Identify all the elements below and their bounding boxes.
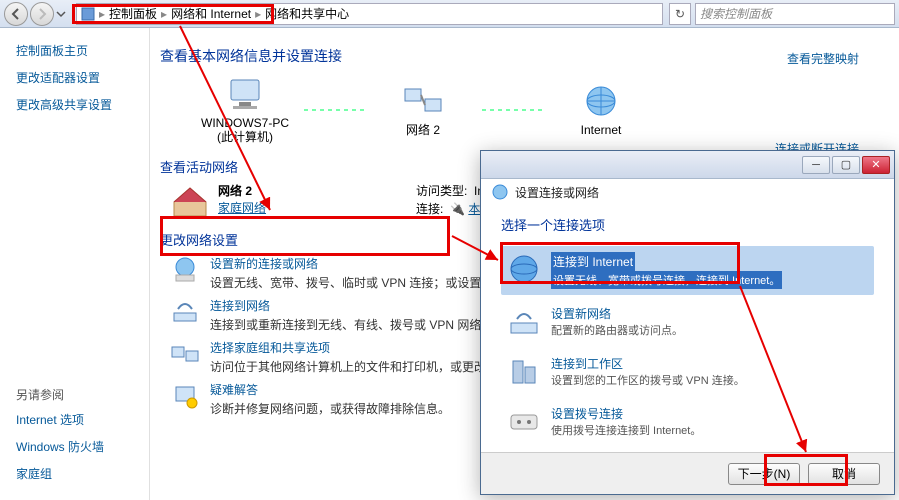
page-title: 查看基本网络信息并设置连接	[160, 46, 869, 66]
maximize-button[interactable]: ▢	[832, 156, 860, 174]
connect-network-icon	[170, 297, 200, 327]
breadcrumb-seg-3[interactable]: 网络和共享中心	[265, 5, 349, 22]
option-connect-to-workplace[interactable]: 连接到工作区 设置到您的工作区的拨号或 VPN 连接。	[501, 349, 874, 395]
sidebar-adapter-settings[interactable]: 更改适配器设置	[16, 69, 141, 86]
dialog-footer: 下一步(N) 取消	[481, 452, 894, 494]
sidebar-advanced-sharing[interactable]: 更改高级共享设置	[16, 96, 141, 113]
titlebar: ▸ 控制面板 ▸ 网络和 Internet ▸ 网络和共享中心 ↻ 搜索控制面板	[0, 0, 899, 28]
chevron-right-icon: ▸	[157, 7, 171, 21]
task-title: 疑难解答	[210, 381, 450, 398]
search-input[interactable]: 搜索控制面板	[695, 3, 895, 25]
sidebar-internet-options[interactable]: Internet 选项	[16, 411, 141, 428]
active-net-name: 网络 2	[218, 182, 266, 199]
refresh-button[interactable]: ↻	[669, 3, 691, 25]
node-pc-sub: (此计算机)	[217, 130, 273, 144]
breadcrumb-seg-2[interactable]: 网络和 Internet	[171, 5, 251, 22]
house-icon	[170, 182, 210, 218]
option-setup-new-network[interactable]: 设置新网络 配置新的路由器或访问点。	[501, 299, 874, 345]
option-title: 设置新网络	[551, 305, 683, 322]
minimize-button[interactable]: ─	[802, 156, 830, 174]
chevron-right-icon: ▸	[95, 7, 109, 21]
access-type-label: 访问类型:	[416, 184, 467, 198]
sidebar-homegroup[interactable]: 家庭组	[16, 465, 141, 482]
dialog-title: 选择一个连接选项	[501, 215, 874, 234]
map-link-2	[482, 109, 542, 111]
option-setup-dialup[interactable]: 设置拨号连接 使用拨号连接连接到 Internet。	[501, 399, 874, 445]
map-node-this-pc: WINDOWS7-PC(此计算机)	[190, 76, 300, 145]
option-title: 连接到工作区	[551, 355, 745, 372]
nav-dropdown-icon[interactable]	[56, 9, 66, 19]
breadcrumb-seg-1[interactable]: 控制面板	[109, 5, 157, 22]
see-also-heading: 另请参阅	[16, 386, 141, 403]
dialog-titlebar: ─ ▢ ✕	[481, 151, 894, 179]
task-title: 连接到网络	[210, 297, 517, 314]
option-desc: 设置无线、宽带或拨号连接，连接到 Internet。	[551, 271, 782, 289]
option-connect-to-internet[interactable]: 连接到 Internet 设置无线、宽带或拨号连接，连接到 Internet。	[501, 246, 874, 295]
network-map: WINDOWS7-PC(此计算机) 网络 2 Internet	[190, 76, 869, 145]
map-node-internet: Internet	[546, 83, 656, 137]
router-icon	[507, 305, 541, 339]
node-net-label: 网络 2	[406, 123, 440, 137]
globe-icon	[491, 183, 509, 201]
close-button[interactable]: ✕	[862, 156, 890, 174]
node-pc-label: WINDOWS7-PC	[201, 116, 289, 130]
dialog-header: 设置连接或网络	[481, 179, 894, 205]
globe-icon	[507, 252, 541, 286]
ethernet-icon: 🔌	[450, 202, 465, 216]
homegroup-icon	[170, 339, 200, 369]
task-desc: 诊断并修复网络问题，或获得故障排除信息。	[210, 400, 450, 417]
network-icon	[403, 83, 443, 119]
breadcrumb[interactable]: ▸ 控制面板 ▸ 网络和 Internet ▸ 网络和共享中心	[76, 3, 663, 25]
setup-connection-icon	[170, 255, 200, 285]
connection-label: 连接:	[416, 202, 443, 216]
option-title: 设置拨号连接	[551, 405, 701, 422]
sidebar: 控制面板主页 更改适配器设置 更改高级共享设置 另请参阅 Internet 选项…	[0, 28, 150, 500]
option-desc: 使用拨号连接连接到 Internet。	[551, 422, 701, 438]
workplace-icon	[507, 355, 541, 389]
active-net-type[interactable]: 家庭网络	[218, 201, 266, 215]
dialog-body: 选择一个连接选项 连接到 Internet 设置无线、宽带或拨号连接，连接到 I…	[481, 205, 894, 459]
node-internet-label: Internet	[581, 123, 622, 137]
computer-icon	[225, 76, 265, 112]
back-button[interactable]	[4, 2, 28, 26]
setup-connection-wizard: ─ ▢ ✕ 设置连接或网络 选择一个连接选项 连接到 Internet 设置无线…	[480, 150, 895, 495]
troubleshoot-icon	[170, 381, 200, 411]
sidebar-windows-firewall[interactable]: Windows 防火墙	[16, 438, 141, 455]
control-panel-window: ▸ 控制面板 ▸ 网络和 Internet ▸ 网络和共享中心 ↻ 搜索控制面板…	[0, 0, 899, 500]
sidebar-home[interactable]: 控制面板主页	[16, 42, 141, 59]
globe-icon	[581, 83, 621, 119]
task-desc: 连接到或重新连接到无线、有线、拨号或 VPN 网络连接。	[210, 316, 517, 333]
map-node-network: 网络 2	[368, 83, 478, 137]
see-full-map-link[interactable]: 查看完整映射	[787, 50, 859, 67]
option-desc: 配置新的路由器或访问点。	[551, 322, 683, 338]
cancel-button[interactable]: 取消	[808, 463, 880, 485]
control-panel-icon	[81, 7, 95, 21]
map-link-1	[304, 109, 364, 111]
option-title: 连接到 Internet	[551, 252, 635, 271]
dialog-header-text: 设置连接或网络	[515, 184, 599, 201]
dialup-icon	[507, 405, 541, 439]
next-button[interactable]: 下一步(N)	[728, 463, 800, 485]
forward-button[interactable]	[30, 2, 54, 26]
search-placeholder: 搜索控制面板	[700, 5, 772, 22]
chevron-right-icon: ▸	[251, 7, 265, 21]
option-desc: 设置到您的工作区的拨号或 VPN 连接。	[551, 372, 745, 388]
